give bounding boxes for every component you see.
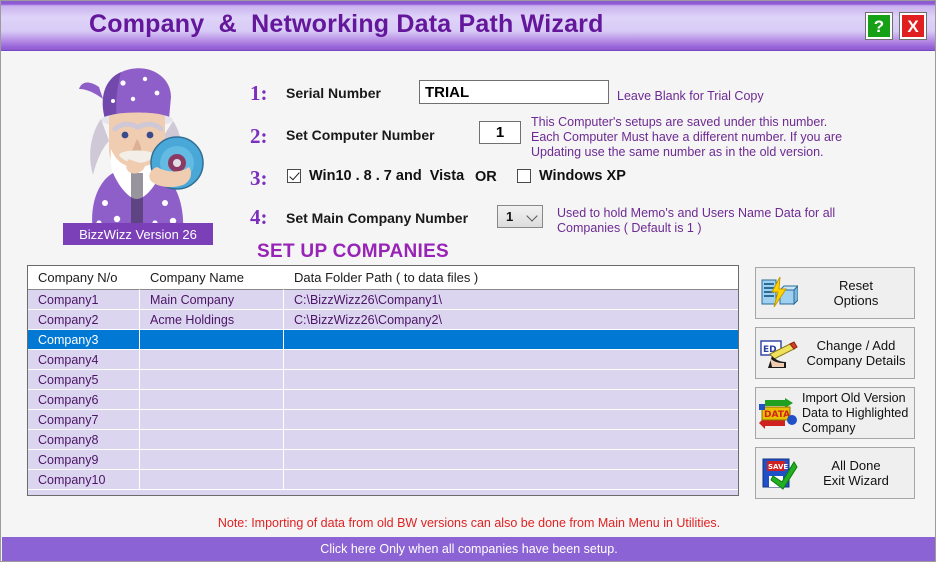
cell-company-name	[140, 370, 284, 389]
cell-data-folder-path: C:\BizzWizz26\Company2\	[294, 312, 442, 327]
computer-number-input[interactable]: 1	[479, 121, 521, 144]
cell-company-name: Main Company	[140, 290, 284, 309]
wizard-illustration	[79, 68, 204, 233]
cell-company-no: Company8	[28, 430, 140, 449]
change-add-company-label: Change / Add Company Details	[806, 338, 906, 368]
checkbox-checked-icon	[287, 169, 301, 183]
computer-number-label: Set Computer Number	[286, 127, 435, 143]
step-1-number: 1:	[250, 81, 268, 105]
table-row[interactable]: Company9	[28, 450, 738, 470]
cell-company-no: Company1	[28, 290, 140, 309]
change-add-company-button[interactable]: ED Change / Add Company Details	[755, 327, 915, 379]
cell-data-folder-path	[284, 370, 738, 389]
wizard-version-caption: BizzWizz Version 26	[63, 223, 213, 245]
table-row[interactable]: Company8	[28, 430, 738, 450]
wizard-window: Company & Networking Data Path Wizard ? …	[0, 0, 936, 562]
table-row[interactable]: Company10	[28, 470, 738, 490]
table-empty-area	[28, 490, 738, 495]
servers-lightning-icon	[756, 276, 802, 310]
os-or-text: OR	[475, 169, 497, 185]
cell-data-folder-path	[284, 350, 738, 369]
table-row[interactable]: Company2 Acme Holdings C:\BizzWizz26\Compa…	[28, 310, 738, 330]
import-old-version-label: Import Old Version Data to Highlighted C…	[802, 390, 909, 435]
serial-number-hint: Leave Blank for Trial Copy	[617, 89, 764, 103]
table-row[interactable]: Company1 Main Company C:\BizzWizz26\Compan…	[28, 290, 738, 310]
cell-company-name	[140, 350, 284, 369]
cell-company-name	[140, 410, 284, 429]
column-header-data-folder-path: Data Folder Path ( to data files )	[284, 266, 738, 290]
cell-data-folder-path	[284, 470, 738, 489]
help-button[interactable]: ?	[865, 12, 893, 40]
table-body: Company1 Main Company C:\BizzWizz26\Compan…	[28, 290, 738, 490]
data-transfer-icon: DATA	[756, 396, 802, 430]
all-done-exit-wizard-label: All Done Exit Wizard	[823, 458, 889, 488]
step-2-number: 2:	[250, 124, 268, 148]
table-row[interactable]: Company6	[28, 390, 738, 410]
table-row[interactable]: Company7	[28, 410, 738, 430]
cell-company-name	[140, 470, 284, 489]
cell-data-folder-path	[284, 430, 738, 449]
computer-number-hint: This Computer's setups are saved under t…	[531, 115, 843, 159]
save-checkmark-icon: SAVE	[756, 456, 802, 490]
checkbox-windows-xp[interactable]: Windows XP	[517, 168, 626, 184]
cell-company-no: Company9	[28, 450, 140, 469]
table-row[interactable]: Company3	[28, 330, 738, 350]
question-mark-icon: ?	[868, 15, 890, 37]
main-company-number-value: 1	[506, 209, 514, 224]
serial-number-input[interactable]: TRIAL	[419, 80, 609, 104]
table-row[interactable]: Company5	[28, 370, 738, 390]
cell-company-no: Company6	[28, 390, 140, 409]
column-header-company-name: Company Name	[140, 266, 284, 290]
status-bar-label: Click here Only when all companies have …	[320, 542, 618, 556]
status-bar-click-here[interactable]: Click here Only when all companies have …	[2, 537, 935, 561]
checkbox-windows-xp-label: Windows XP	[539, 168, 626, 184]
step-3-number: 3:	[250, 166, 268, 190]
main-company-number-select[interactable]: 1	[497, 205, 543, 228]
svg-text:DATA: DATA	[764, 410, 790, 420]
edit-pencil-icon: ED	[756, 336, 802, 370]
cell-company-name	[140, 430, 284, 449]
cell-company-no: Company3	[28, 330, 140, 349]
table-row[interactable]: Company4	[28, 350, 738, 370]
cell-company-no: Company7	[28, 410, 140, 429]
checkbox-unchecked-icon	[517, 169, 531, 183]
reset-options-label: Reset Options	[833, 278, 879, 308]
cell-company-no: Company2	[28, 310, 140, 329]
import-old-version-button[interactable]: DATA Import Old Version Data to Highligh…	[755, 387, 915, 439]
cell-company-no: Company5	[28, 370, 140, 389]
checkbox-win10-label: Win10 . 8 . 7 and Vista	[309, 168, 465, 184]
footer-note: Note: Importing of data from old BW vers…	[217, 516, 721, 530]
svg-text:SAVE: SAVE	[768, 463, 788, 471]
column-header-company-no: Company N/o	[28, 266, 140, 290]
title-bar: Company & Networking Data Path Wizard ? …	[1, 1, 935, 51]
cell-data-folder-path	[284, 330, 738, 349]
step-4-number: 4:	[250, 205, 268, 229]
all-done-exit-wizard-button[interactable]: SAVE All Done Exit Wizard	[755, 447, 915, 499]
cell-company-name	[140, 390, 284, 409]
chevron-down-icon	[526, 210, 538, 222]
cell-data-folder-path	[284, 410, 738, 429]
cell-company-name: Acme Holdings	[140, 310, 284, 329]
cell-data-folder-path	[284, 390, 738, 409]
cell-company-name	[140, 330, 284, 349]
main-company-number-hint: Used to hold Memo's and Users Name Data …	[557, 206, 836, 235]
page-title: Company & Networking Data Path Wizard	[89, 10, 604, 38]
cell-company-name	[140, 450, 284, 469]
close-icon: X	[902, 15, 924, 37]
cell-company-no: Company10	[28, 470, 140, 489]
setup-companies-heading: SET UP COMPANIES	[257, 241, 450, 262]
cell-data-folder-path: C:\BizzWizz26\Company1\	[294, 292, 442, 307]
table-header-row: Company N/o Company Name Data Folder Pat…	[28, 266, 738, 290]
cell-data-folder-path	[284, 450, 738, 469]
checkbox-win10[interactable]: Win10 . 8 . 7 and Vista	[287, 168, 464, 184]
close-button[interactable]: X	[899, 12, 927, 40]
cell-company-no: Company4	[28, 350, 140, 369]
reset-options-button[interactable]: Reset Options	[755, 267, 915, 319]
serial-number-label: Serial Number	[286, 85, 381, 101]
main-company-number-label: Set Main Company Number	[286, 210, 469, 226]
companies-table: Company N/o Company Name Data Folder Pat…	[27, 265, 739, 496]
